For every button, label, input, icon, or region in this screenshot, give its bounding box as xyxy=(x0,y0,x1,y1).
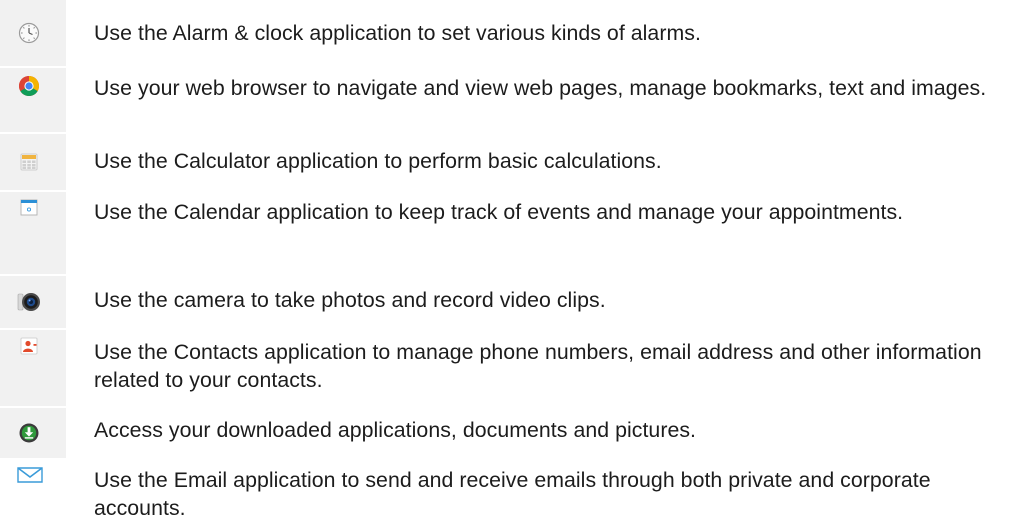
email-icon xyxy=(17,467,43,483)
list-item-text: Use your web browser to navigate and vie… xyxy=(94,76,987,100)
icon-cell xyxy=(0,460,66,527)
web-browser-icon xyxy=(19,76,39,96)
list-item-alarm: Use the Alarm & clock application to set… xyxy=(0,0,1016,66)
icon-cell xyxy=(0,134,66,190)
list-item-email: Use the Email application to send and re… xyxy=(0,460,1016,527)
list-item-text: Use the Calendar application to keep tra… xyxy=(94,200,904,224)
icon-cell xyxy=(0,330,66,406)
alarm-clock-icon xyxy=(18,22,40,44)
icon-cell xyxy=(0,408,66,458)
list-item-calendar: Use the Calendar application to keep tra… xyxy=(0,192,1016,274)
list-item-text: Use the Calculator application to perfor… xyxy=(94,149,662,173)
list-item-calculator: Use the Calculator application to perfor… xyxy=(0,134,1016,190)
calendar-icon xyxy=(20,199,38,216)
list-item-camera: Use the camera to take photos and record… xyxy=(0,276,1016,328)
list-item-contacts: Use the Contacts application to manage p… xyxy=(0,330,1016,406)
icon-cell xyxy=(0,192,66,274)
list-item-text: Use the camera to take photos and record… xyxy=(94,288,606,312)
icon-cell xyxy=(0,0,66,66)
icon-cell xyxy=(0,68,66,132)
list-item-text: Use the Email application to send and re… xyxy=(94,468,931,520)
list-item-text: Use the Contacts application to manage p… xyxy=(94,340,982,392)
calculator-icon xyxy=(20,153,38,171)
list-item-browser: Use your web browser to navigate and vie… xyxy=(0,68,1016,132)
list-item-text: Access your downloaded applications, doc… xyxy=(94,418,697,442)
list-item-text: Use the Alarm & clock application to set… xyxy=(94,21,701,45)
camera-icon xyxy=(17,293,40,311)
downloads-icon xyxy=(19,423,39,443)
icon-cell xyxy=(0,276,66,328)
contacts-icon xyxy=(20,337,38,355)
list-item-downloads: Access your downloaded applications, doc… xyxy=(0,408,1016,458)
